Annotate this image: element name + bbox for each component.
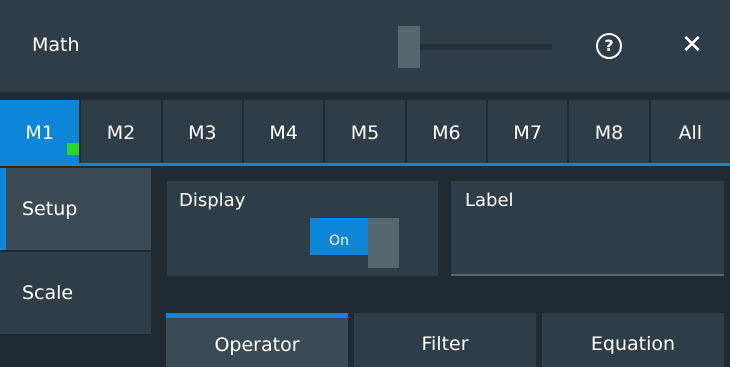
- transparency-slider-thumb[interactable]: [398, 26, 420, 68]
- subtab-label: Equation: [590, 332, 676, 355]
- display-label: Display: [179, 190, 246, 211]
- tab-label: All: [678, 121, 703, 144]
- tab-filter[interactable]: Filter: [354, 313, 536, 367]
- tab-m7[interactable]: M7: [487, 100, 568, 165]
- tab-m4[interactable]: M4: [243, 100, 324, 165]
- tab-m6[interactable]: M6: [406, 100, 486, 165]
- active-indicator-icon: [67, 143, 79, 155]
- tab-label: M5: [350, 121, 380, 144]
- tab-label: M6: [432, 121, 461, 144]
- tab-operator[interactable]: Operator: [166, 313, 348, 367]
- subtab-label: Operator: [214, 333, 300, 356]
- tab-m5[interactable]: M5: [325, 100, 405, 165]
- tab-underline: [0, 163, 730, 166]
- help-icon[interactable]: ?: [596, 33, 622, 59]
- sidebar-item-label: Setup: [22, 198, 78, 220]
- tab-m1[interactable]: M1: [0, 100, 80, 165]
- tab-label: M3: [188, 121, 217, 144]
- sidebar-item-scale[interactable]: Scale: [0, 252, 151, 334]
- tab-equation[interactable]: Equation: [542, 313, 724, 367]
- tab-label: M4: [269, 121, 298, 144]
- title-bar: Math ? ✕: [0, 0, 730, 92]
- subtab-label: Filter: [421, 332, 469, 355]
- tab-all[interactable]: All: [650, 100, 730, 165]
- tab-label: M1: [25, 121, 54, 144]
- config-subtabs: Operator Filter Equation: [166, 313, 724, 367]
- sidebar-item-label: Scale: [22, 282, 74, 304]
- tab-m3[interactable]: M3: [162, 100, 242, 165]
- display-panel: Display On: [167, 181, 438, 276]
- tab-m2[interactable]: M2: [81, 100, 161, 165]
- tab-m8[interactable]: M8: [569, 100, 649, 165]
- sidebar-item-setup[interactable]: Setup: [0, 168, 151, 250]
- label-field[interactable]: Label: [451, 181, 724, 276]
- close-icon[interactable]: ✕: [678, 28, 706, 62]
- toggle-state-label: On: [329, 233, 349, 249]
- tab-label: M7: [513, 121, 542, 144]
- display-toggle[interactable]: On: [310, 218, 368, 255]
- tab-label: M2: [106, 121, 136, 144]
- sidebar: Setup Scale: [0, 168, 151, 367]
- math-channel-tabs: M1 M2 M3 M4 M5 M6 M7 M8 All: [0, 100, 730, 165]
- toggle-knob[interactable]: [368, 218, 399, 268]
- label-field-label: Label: [465, 190, 514, 211]
- dialog-title: Math: [32, 34, 80, 56]
- transparency-slider-track[interactable]: [420, 44, 552, 50]
- tab-label: M8: [594, 121, 624, 144]
